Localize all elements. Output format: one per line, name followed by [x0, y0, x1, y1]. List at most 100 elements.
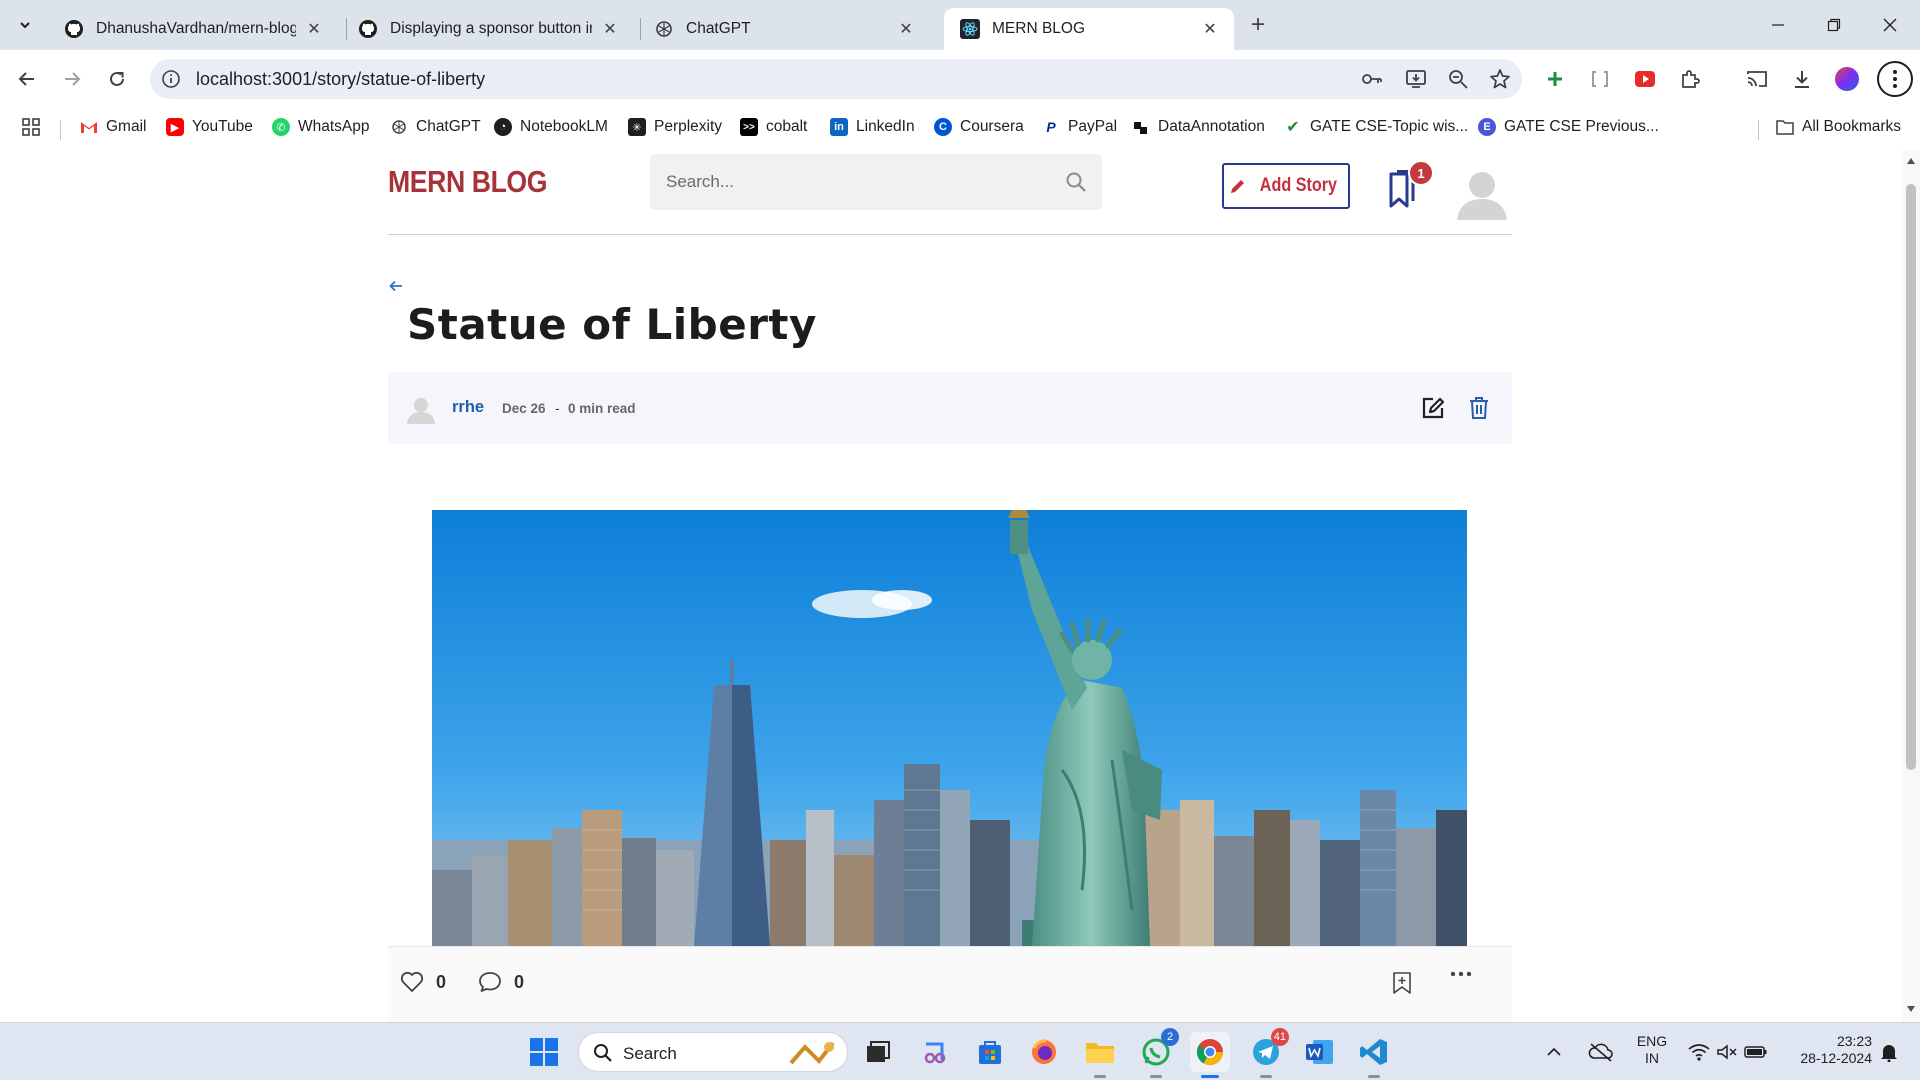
search-icon[interactable]: [1064, 170, 1088, 194]
bookmark-paypal[interactable]: P PayPal: [1042, 118, 1117, 136]
bookmark-chatgpt[interactable]: ChatGPT: [390, 118, 481, 136]
forward-button[interactable]: [57, 64, 87, 94]
zoom-icon[interactable]: [1446, 67, 1470, 91]
bookmark-notebooklm[interactable]: ◔ NotebookLM: [494, 118, 608, 136]
bookmark-add-icon: [1393, 972, 1411, 994]
minimize-button[interactable]: [1760, 10, 1796, 40]
story-search-input[interactable]: Search...: [650, 154, 1102, 210]
back-arrow-icon[interactable]: [388, 278, 404, 294]
profile-avatar-icon[interactable]: [1832, 64, 1862, 94]
task-view-app[interactable]: [858, 1032, 898, 1072]
close-tab-icon[interactable]: ✕: [304, 19, 324, 39]
onedrive-tray[interactable]: [1584, 1032, 1618, 1072]
quick-settings-tray[interactable]: [1686, 1032, 1770, 1072]
task-view-icon: [867, 1041, 890, 1062]
telegram-app[interactable]: 41: [1246, 1028, 1289, 1078]
chrome-menu-button[interactable]: [1877, 61, 1913, 97]
user-avatar[interactable]: [1456, 168, 1508, 220]
author-name-link[interactable]: rrhe: [452, 398, 484, 417]
like-button[interactable]: 0: [400, 971, 446, 993]
bookmark-whatsapp[interactable]: ✆ WhatsApp: [272, 118, 370, 136]
bookmark-gate-previous[interactable]: E GATE CSE Previous...: [1478, 118, 1659, 136]
input-language-indicator[interactable]: ENG IN: [1632, 1033, 1672, 1067]
chatgpt-icon: [656, 21, 672, 37]
bookmark-label: GATE CSE-Topic wis...: [1310, 118, 1469, 135]
bookmark-dataannotation[interactable]: DataAnnotation: [1132, 118, 1265, 136]
comment-button[interactable]: 0: [478, 971, 524, 993]
region-code: IN: [1645, 1050, 1659, 1066]
new-tab-button[interactable]: +: [1244, 12, 1272, 40]
all-bookmarks-folder[interactable]: All Bookmarks: [1776, 118, 1901, 136]
header-divider: [388, 234, 1512, 235]
word-app[interactable]: [1300, 1032, 1340, 1072]
close-tab-icon[interactable]: ✕: [1200, 19, 1220, 39]
cast-icon[interactable]: [1742, 64, 1772, 94]
more-options-button[interactable]: [1450, 971, 1484, 977]
site-logo[interactable]: MERN BLOG: [388, 164, 547, 200]
comment-bubble-icon: [479, 972, 501, 992]
close-window-button[interactable]: [1872, 10, 1908, 40]
bookmark-gate-topic[interactable]: ✔ GATE CSE-Topic wis...: [1284, 118, 1468, 136]
bookmark-cobalt[interactable]: >> cobalt: [740, 118, 807, 136]
tab-chatgpt[interactable]: ChatGPT ✕: [638, 8, 930, 50]
meta-separator: -: [555, 400, 560, 416]
firefox-app[interactable]: [1024, 1032, 1064, 1072]
restore-button[interactable]: [1816, 10, 1852, 40]
extension-bracket-icon[interactable]: [1585, 64, 1615, 94]
bookmark-youtube[interactable]: ▶ YouTube: [166, 118, 253, 136]
bookmark-star-icon[interactable]: [1488, 67, 1512, 91]
scroll-up-arrow[interactable]: [1907, 158, 1915, 164]
add-story-button[interactable]: Add Story: [1222, 163, 1350, 209]
bookmark-gmail[interactable]: Gmail: [80, 118, 146, 136]
windows-logo-icon: [530, 1038, 558, 1066]
site-info-icon[interactable]: [160, 68, 182, 90]
taskbar-search[interactable]: Search: [578, 1032, 848, 1072]
pencil-icon: [1230, 180, 1244, 193]
start-button[interactable]: [524, 1032, 564, 1072]
bookmark-perplexity[interactable]: ✳ Perplexity: [628, 118, 722, 136]
back-button[interactable]: [12, 64, 42, 94]
reload-button[interactable]: [102, 64, 132, 94]
tab-title: Displaying a sponsor button in: [390, 20, 592, 37]
clock[interactable]: 23:23 28-12-2024: [1782, 1033, 1872, 1067]
vscode-app[interactable]: [1354, 1032, 1394, 1078]
file-explorer-app[interactable]: [1080, 1032, 1120, 1078]
tab-github-sponsor[interactable]: Displaying a sponsor button in ✕: [342, 8, 634, 50]
reload-icon: [110, 71, 124, 86]
extension-plus-icon[interactable]: [1540, 64, 1570, 94]
add-to-readlist-button[interactable]: [1392, 971, 1424, 995]
microsoft-store-app[interactable]: [970, 1032, 1010, 1072]
perplexity-icon: ✳: [628, 118, 646, 136]
notebooklm-icon: ◔: [494, 118, 512, 136]
install-app-icon[interactable]: [1404, 67, 1428, 91]
edit-story-icon[interactable]: [1420, 395, 1446, 421]
whatsapp-app[interactable]: 2: [1136, 1028, 1179, 1078]
tab-mern-blog[interactable]: MERN BLOG ✕: [944, 8, 1234, 50]
password-key-icon[interactable]: [1360, 67, 1384, 91]
tab-search-button[interactable]: [10, 10, 40, 40]
tab-github-mern-blog[interactable]: DhanushaVardhan/mern-blog ✕: [48, 8, 338, 50]
delete-story-icon[interactable]: [1468, 396, 1490, 420]
close-tab-icon[interactable]: ✕: [600, 19, 620, 39]
bookmark-linkedin[interactable]: in LinkedIn: [830, 118, 915, 136]
notifications-button[interactable]: [1874, 1032, 1904, 1072]
all-bookmarks-label: All Bookmarks: [1802, 118, 1902, 135]
apps-grid-button[interactable]: [22, 118, 40, 136]
story-meta-bar: rrhe Dec 26 - 0 min read: [388, 372, 1512, 444]
chrome-app[interactable]: [1190, 1032, 1230, 1078]
bookmark-label: NotebookLM: [520, 118, 608, 135]
page-scrollbar[interactable]: [1902, 150, 1920, 1022]
close-tab-icon[interactable]: ✕: [896, 19, 916, 39]
scroll-down-arrow[interactable]: [1907, 1006, 1915, 1012]
tab-title: MERN BLOG: [992, 20, 1086, 37]
extensions-puzzle-icon[interactable]: [1675, 64, 1705, 94]
snipping-tool-app[interactable]: [916, 1032, 956, 1072]
url-text[interactable]: localhost:3001/story/statue-of-liberty: [196, 69, 485, 90]
tray-overflow-button[interactable]: [1542, 1032, 1566, 1072]
youtube-extension-icon[interactable]: [1630, 64, 1660, 94]
download-icon[interactable]: [1787, 64, 1817, 94]
address-bar[interactable]: localhost:3001/story/statue-of-liberty: [150, 59, 1522, 99]
readlist-count-badge: 1: [1408, 160, 1434, 186]
scroll-thumb[interactable]: [1906, 184, 1916, 770]
bookmark-coursera[interactable]: C Coursera: [934, 118, 1024, 136]
